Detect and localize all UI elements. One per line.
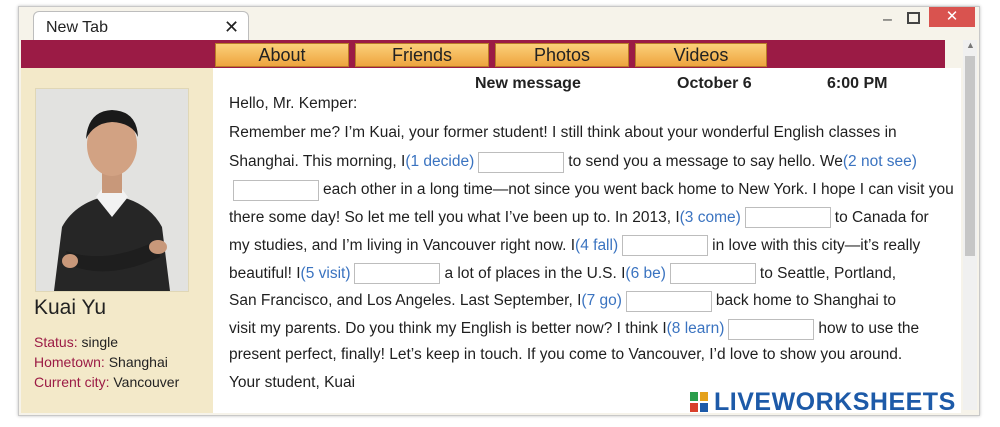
nav-videos-button[interactable]: Videos [635,43,767,67]
message-text: beautiful! I [229,264,301,282]
message-line: there some day! So let me tell you what … [229,207,929,229]
scrollbar[interactable]: ▲ [963,40,977,410]
answer-blank-8[interactable] [728,318,815,340]
message-text: Shanghai. This morning, I [229,153,406,171]
tab-close-icon[interactable]: ✕ [224,17,239,38]
message-line: San Francisco, and Los Angeles. Last Sep… [229,290,897,312]
scroll-thumb[interactable] [965,56,975,256]
verb-hint: (6 be) [625,264,666,282]
verb-hint: (2 not see) [842,153,917,171]
verb-hint: (4 fall) [575,236,619,254]
nav-friends-button[interactable]: Friends [355,43,489,67]
message-text: Remember me? I’m Kuai, your former stude… [229,124,897,141]
minimize-icon[interactable]: – [883,11,892,29]
browser-window: New Tab ✕ – ✕ About Friends Photos Video… [18,6,980,416]
verb-hint: (3 come) [679,208,741,226]
answer-blank-3[interactable] [744,207,831,229]
nav-about-button[interactable]: About [215,43,349,67]
maximize-icon[interactable] [907,12,920,24]
verb-hint: (5 visit) [300,264,351,282]
answer-blank-5[interactable] [354,263,441,284]
message-text: San Francisco, and Los Angeles. Last Sep… [229,292,582,310]
nav-photos-button[interactable]: Photos [495,43,629,67]
message-heading: New message [475,75,581,92]
message-text: to Canada for [834,208,929,226]
status-row: Status: single [34,334,118,350]
profile-photo-image [36,89,188,291]
verb-hint: (8 learn) [666,320,725,338]
message-text: to Seattle, Portland, [759,264,897,282]
message-line: beautiful! I (5 visit) a lot of places i… [229,263,896,284]
liveworksheets-logo-icon [690,392,708,412]
hometown-row: Hometown: Shanghai [34,354,168,370]
message-text: in love with this city—it’s really [712,236,921,254]
message-text: a lot of places in the U.S. I [444,264,626,282]
message-greeting: Hello, Mr. Kemper: [229,95,358,112]
answer-blank-4[interactable] [622,235,709,257]
verb-hint: (1 decide) [405,153,475,171]
message-line: present perfect, finally! Let’s keep in … [229,346,902,364]
message-line: visit my parents. Do you think my Englis… [229,318,920,340]
answer-blank-7[interactable] [625,290,712,312]
nav-bar: About Friends Photos Videos [21,40,945,68]
message-signoff: Your student, Kuai [229,374,356,391]
tab-new-tab[interactable]: New Tab ✕ [33,11,249,42]
message-text: visit my parents. Do you think my Englis… [229,320,667,338]
message-text: each other in a long time—not since you … [323,181,954,199]
answer-blank-6[interactable] [669,263,756,284]
message-text: how to use the [818,320,920,338]
message-panel: New message October 6 6:00 PM Hello, Mr.… [213,68,961,413]
message-time: 6:00 PM [827,75,888,92]
profile-photo [35,88,189,292]
city-row: Current city: Vancouver [34,374,179,390]
verb-hint: (7 go) [581,292,622,310]
message-line: Remember me? I’m Kuai, your former stude… [229,124,897,142]
message-date: October 6 [677,75,752,92]
city-label: Current city: [34,374,110,390]
message-line: Shanghai. This morning, I (1 decide) to … [229,151,917,173]
answer-blank-2[interactable] [233,179,319,201]
hometown-label: Hometown: [34,354,105,370]
tab-title: New Tab [46,19,108,36]
city-value: Vancouver [113,374,180,390]
close-window-button[interactable]: ✕ [929,7,975,27]
status-value: single [81,334,119,350]
profile-name: Kuai Yu [34,296,107,319]
message-text: there some day! So let me tell you what … [229,208,680,226]
profile-sidebar: Kuai Yu Status: single Hometown: Shangha… [21,68,213,413]
liveworksheets-watermark: LIVEWORKSHEETS [714,388,956,416]
message-line: each other in a long time—not since you … [229,179,954,201]
message-text: my studies, and I’m living in Vancouver … [229,236,576,254]
message-text: to send you a message to say hello. We [568,153,843,171]
scroll-up-icon[interactable]: ▲ [966,40,975,50]
message-text: present perfect, finally! Let’s keep in … [229,346,903,364]
answer-blank-1[interactable] [478,151,565,173]
status-label: Status: [34,334,78,350]
message-text: back home to Shanghai to [715,292,897,310]
hometown-value: Shanghai [108,354,168,370]
message-line: my studies, and I’m living in Vancouver … [229,235,921,257]
